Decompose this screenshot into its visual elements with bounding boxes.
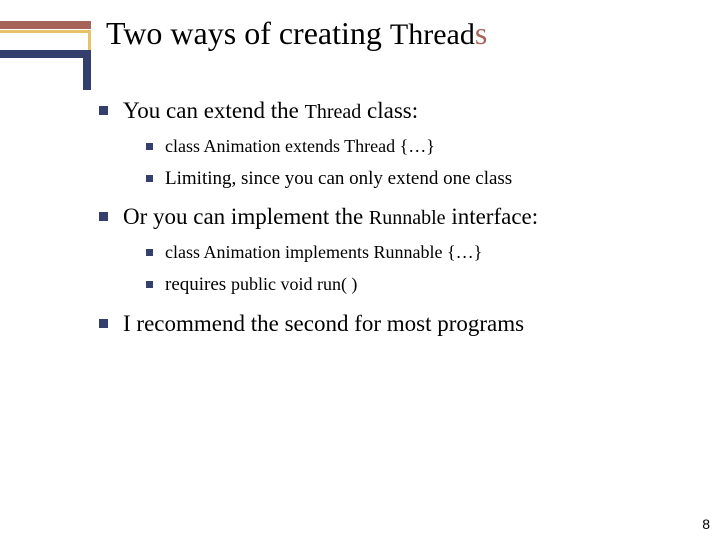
title-pre: Two ways of creating: [106, 15, 390, 51]
b2-sub2-pre: requires: [165, 274, 231, 295]
bullet-2-sublist: class Animation implements Runnable {…} …: [143, 240, 690, 297]
slide: Two ways of creating Threads You can ext…: [0, 0, 720, 540]
slide-title: Two ways of creating Threads: [106, 15, 487, 52]
bullet-list: You can extend the Thread class: class A…: [95, 95, 690, 339]
decoration-navy-h: [0, 50, 91, 58]
title-code: Thread: [390, 18, 475, 51]
b1-sub1: class Animation extends Thread {…}: [143, 134, 690, 160]
decoration-navy-v: [83, 50, 91, 90]
b1-sub2: Limiting, since you can only extend one …: [143, 166, 690, 192]
b2-post: interface:: [446, 204, 539, 229]
content-area: You can extend the Thread class: class A…: [95, 95, 690, 347]
bullet-3: I recommend the second for most programs: [95, 308, 690, 339]
decoration-yellow-h: [0, 30, 91, 33]
b1-sub2-text: Limiting, since you can only extend one …: [165, 168, 512, 189]
b2-sub1: class Animation implements Runnable {…}: [143, 240, 690, 266]
b2-code: Runnable: [369, 207, 446, 229]
bullet-2: Or you can implement the Runnable interf…: [95, 201, 690, 297]
decoration-red-bar: [0, 21, 91, 29]
decoration-yellow-v: [88, 33, 91, 50]
bullet-1-sublist: class Animation extends Thread {…} Limit…: [143, 134, 690, 191]
title-suffix: s: [475, 15, 487, 51]
b3-text: I recommend the second for most programs: [123, 311, 524, 336]
b2-sub2: requires public void run( ): [143, 272, 690, 298]
b1-sub1-code: class Animation extends Thread {…}: [165, 136, 435, 156]
bullet-1: You can extend the Thread class: class A…: [95, 95, 690, 191]
b2-sub2-code: public void run( ): [231, 274, 357, 294]
b1-code: Thread: [305, 101, 362, 123]
b1-post: class:: [361, 98, 418, 123]
b2-sub1-code: class Animation implements Runnable {…}: [165, 242, 482, 262]
page-number: 8: [702, 516, 710, 532]
b1-pre: You can extend the: [123, 98, 305, 123]
b2-pre: Or you can implement the: [123, 204, 369, 229]
